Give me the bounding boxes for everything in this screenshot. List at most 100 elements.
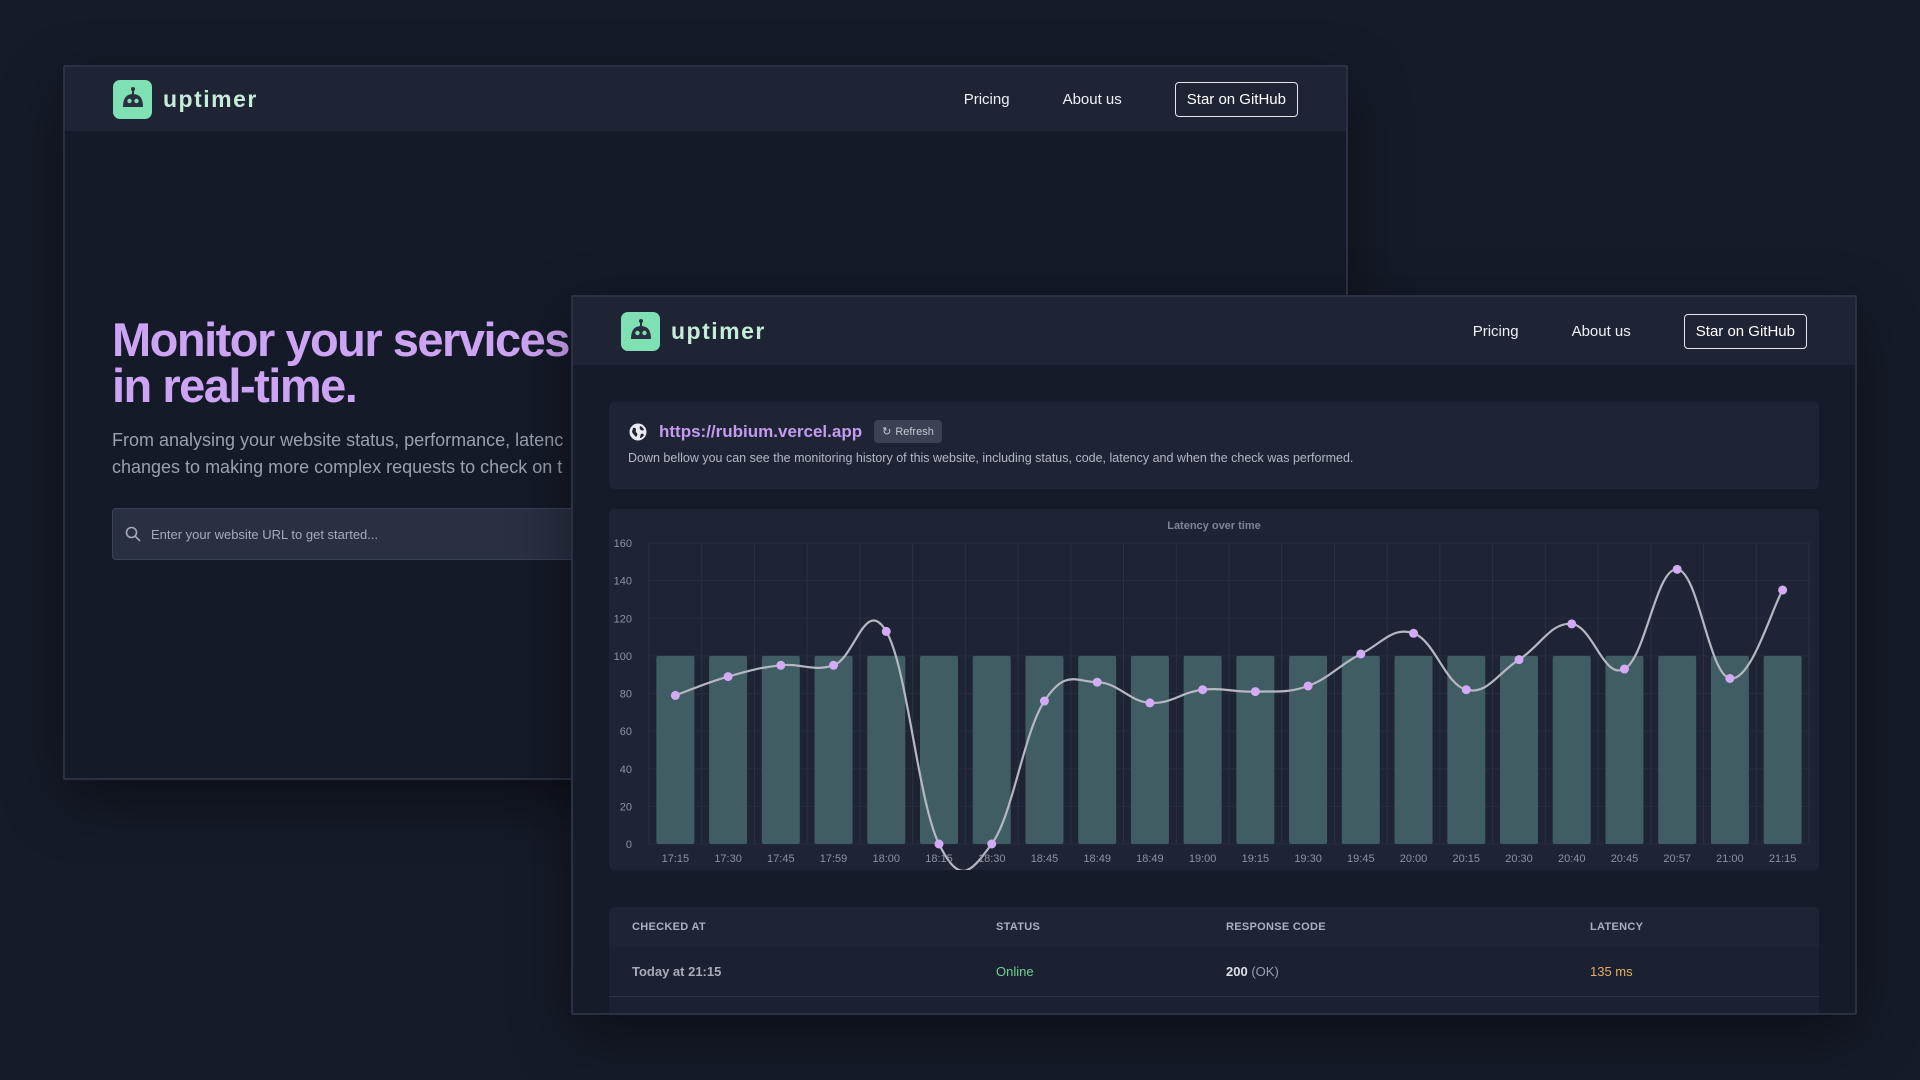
latency-point <box>1672 564 1682 574</box>
cell-latency: 135 ms <box>1590 964 1633 979</box>
nav-pricing[interactable]: Pricing <box>1473 323 1519 340</box>
y-tick-label: 80 <box>620 689 632 701</box>
latency-point <box>987 839 997 849</box>
latency-bar <box>1130 655 1169 844</box>
latency-point <box>1092 677 1102 687</box>
latency-point <box>1409 628 1419 638</box>
y-tick-label: 20 <box>620 801 632 813</box>
latency-bar <box>1183 655 1222 844</box>
latency-bar <box>709 655 748 844</box>
cell-status: Online <box>996 964 1034 979</box>
header-response-code: RESPONSE CODE <box>1226 921 1326 933</box>
header-latency: LATENCY <box>1590 921 1644 933</box>
table-header: CHECKED AT STATUS RESPONSE CODE LATENCY <box>609 907 1819 947</box>
site-url-link[interactable]: https://rubium.vercel.app <box>659 422 862 442</box>
latency-bar <box>867 655 906 844</box>
latency-bar <box>1236 655 1275 844</box>
latency-point <box>1567 619 1577 629</box>
chart-title: Latency over time <box>1167 520 1261 532</box>
brand-name[interactable]: uptimer <box>163 86 258 113</box>
response-code-text: (OK) <box>1251 964 1279 979</box>
x-tick-label: 18:49 <box>1083 853 1111 865</box>
response-code-number: 200 <box>1226 964 1248 979</box>
x-tick-label: 17:45 <box>767 853 795 865</box>
latency-point <box>1619 664 1629 674</box>
x-tick-label: 19:00 <box>1189 853 1217 865</box>
latency-point <box>1725 673 1735 683</box>
header-checked-at: CHECKED AT <box>632 921 706 933</box>
x-tick-label: 18:45 <box>1031 853 1059 865</box>
x-tick-label: 19:15 <box>1242 853 1270 865</box>
latency-bar <box>1658 655 1697 844</box>
latency-bar <box>1500 655 1538 844</box>
logo-icon[interactable] <box>621 311 660 351</box>
latency-bar <box>656 655 695 844</box>
latency-point <box>1250 687 1260 697</box>
x-tick-label: 18:15 <box>925 853 953 865</box>
globe-icon <box>629 423 647 440</box>
logo-icon[interactable] <box>113 79 152 119</box>
latency-bar <box>920 655 958 844</box>
latency-point <box>723 672 733 682</box>
search-icon <box>125 526 141 542</box>
checks-table: CHECKED AT STATUS RESPONSE CODE LATENCY … <box>609 907 1819 1013</box>
x-tick-label: 17:59 <box>820 853 848 865</box>
table-row[interactable]: Today at 21:15 Online 200 (OK) 135 ms <box>609 947 1819 997</box>
y-tick-label: 60 <box>620 726 632 738</box>
x-tick-label: 17:30 <box>714 853 742 865</box>
latency-point <box>1303 681 1313 691</box>
cell-checked-at: Today at 21:15 <box>632 964 722 979</box>
cell-response-code: 200 (OK) <box>1226 964 1279 979</box>
refresh-label: Refresh <box>895 425 934 438</box>
nav-about[interactable]: About us <box>1063 91 1122 108</box>
latency-point <box>1145 698 1155 708</box>
y-tick-label: 0 <box>626 839 632 851</box>
latency-chart-card: 0 20 40 60 80 100 120 140 160 Latency over time 17… <box>609 509 1819 870</box>
nav-pricing[interactable]: Pricing <box>964 91 1010 108</box>
latency-point <box>1514 655 1524 665</box>
latency-point <box>1461 685 1471 695</box>
github-button[interactable]: Star on GitHub <box>1683 313 1807 349</box>
latency-bar <box>1605 655 1644 844</box>
latency-point <box>934 839 944 849</box>
site-info-card: https://rubium.vercel.app ↻ Refresh Down… <box>609 402 1819 489</box>
latency-point <box>670 690 680 700</box>
x-tick-label: 18:00 <box>873 853 901 865</box>
x-tick-label: 20:00 <box>1400 853 1428 865</box>
latency-point <box>1356 649 1366 659</box>
latency-point <box>1039 696 1049 706</box>
latency-point <box>776 660 786 670</box>
nav-about[interactable]: About us <box>1572 323 1631 340</box>
x-tick-label: 17:15 <box>662 853 690 865</box>
y-tick-label: 100 <box>614 651 632 663</box>
latency-bar <box>1447 655 1486 844</box>
y-tick-label: 120 <box>614 613 632 625</box>
x-tick-label: 19:30 <box>1294 853 1322 865</box>
monitor-window: uptimer Pricing About us Star on GitHub … <box>571 295 1857 1015</box>
latency-chart: 0 20 40 60 80 100 120 140 160 Latency over time 17… <box>614 520 1810 870</box>
github-button[interactable]: Star on GitHub <box>1174 81 1298 117</box>
x-tick-label: 20:40 <box>1558 853 1586 865</box>
y-tick-label: 160 <box>614 538 632 550</box>
header-status: STATUS <box>996 921 1041 933</box>
x-tick-label: 21:15 <box>1769 853 1797 865</box>
latency-bar <box>761 655 800 844</box>
refresh-icon: ↻ <box>882 426 892 438</box>
y-tick-label: 140 <box>614 576 632 588</box>
latency-bar <box>814 655 853 844</box>
latency-point <box>829 660 839 670</box>
navbar: uptimer Pricing About us Star on GitHub <box>65 67 1346 131</box>
brand-name[interactable]: uptimer <box>671 318 766 345</box>
latency-point <box>1198 685 1208 695</box>
x-tick-label: 20:30 <box>1505 853 1533 865</box>
navbar: uptimer Pricing About us Star on GitHub <box>573 297 1855 365</box>
latency-point <box>1778 585 1788 595</box>
x-tick-label: 21:00 <box>1716 853 1744 865</box>
latency-bar <box>1552 655 1591 844</box>
latency-bar <box>1710 655 1749 844</box>
site-description: Down bellow you can see the monitoring h… <box>628 451 1354 465</box>
x-tick-label: 18:49 <box>1136 853 1164 865</box>
refresh-button[interactable]: ↻ Refresh <box>874 420 942 443</box>
y-tick-label: 40 <box>620 764 632 776</box>
latency-bar <box>1763 655 1802 844</box>
